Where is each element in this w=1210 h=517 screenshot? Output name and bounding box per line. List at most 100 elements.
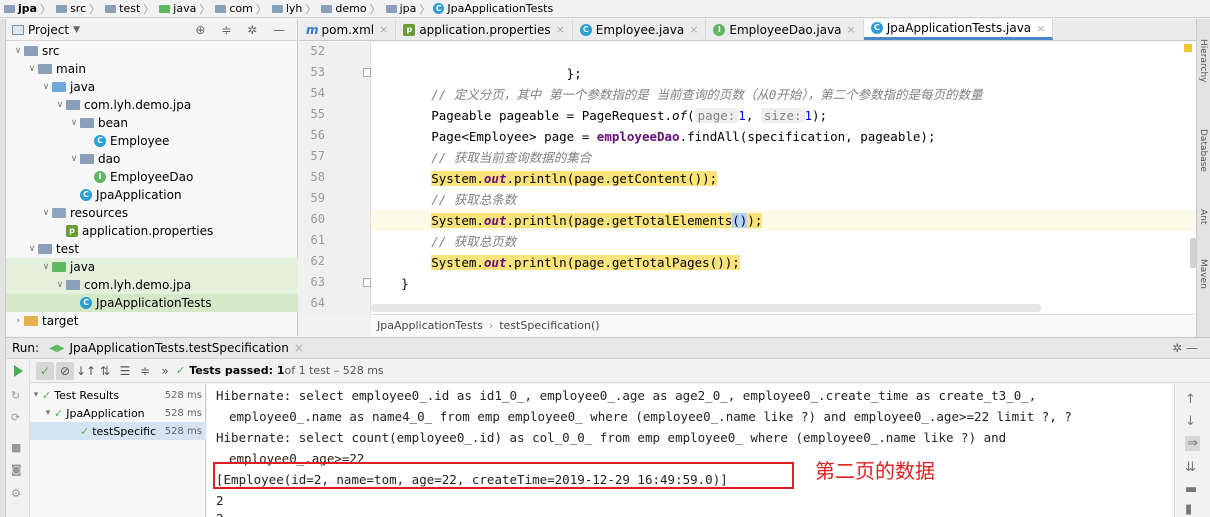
close-icon[interactable]: × [847, 23, 856, 36]
sort-duration-icon[interactable]: ⇅ [96, 362, 114, 380]
tree-item-label: target [42, 314, 79, 328]
breadcrumb-item-lyh[interactable]: lyh 〉 [270, 1, 320, 17]
chevron-icon[interactable]: ∨ [40, 82, 52, 92]
tree-item-dao[interactable]: ∨ dao [6, 150, 298, 168]
chevron-icon[interactable]: ∨ [26, 64, 38, 74]
rerun-failed-icon[interactable]: ↻ [11, 389, 20, 402]
package-icon [80, 118, 94, 128]
fold-marker-icon[interactable] [363, 68, 371, 77]
tab-employee-java[interactable]: C Employee.java × [573, 19, 707, 40]
tree-item-resources[interactable]: ∨ resources [6, 204, 298, 222]
code-line-60: System.out.println(page.getTotalElements… [371, 210, 1196, 231]
fold-marker-icon[interactable] [363, 278, 371, 287]
show-ignored-icon[interactable]: ⊘ [56, 361, 74, 380]
tree-item-bean[interactable]: ∨ bean [6, 114, 298, 132]
class-icon: C [870, 22, 883, 34]
test-class-node[interactable]: ▾ ✓ JpaApplication 528 ms [30, 404, 206, 422]
tree-item-jpaapplication[interactable]: C JpaApplication [6, 186, 298, 204]
warning-marker-icon[interactable] [1184, 44, 1192, 52]
tree-item-test[interactable]: ∨ test [6, 240, 298, 258]
stop-icon[interactable]: ■ [11, 441, 21, 454]
tree-item-jpaapplicationtests[interactable]: C JpaApplicationTests [6, 294, 298, 312]
test-results-root[interactable]: ▾ ✓ Test Results 528 ms [30, 386, 206, 404]
code-editor[interactable]: }; // 定义分页，其中 第一个参数指的是 当前查询的页数（从0开始），第二个… [371, 42, 1196, 314]
breadcrumb-item-java[interactable]: java 〉 [157, 1, 213, 17]
editor-breadcrumb: JpaApplicationTests › testSpecification(… [371, 314, 1196, 336]
clear-icon[interactable]: ▮ [1185, 502, 1192, 517]
test-results-tree: ▾ ✓ Test Results 528 ms ▾ ✓ JpaApplication 528… [30, 384, 206, 517]
tab-pom-xml[interactable]: m pom.xml × [299, 19, 397, 40]
tree-item-java[interactable]: ∨ java [6, 78, 298, 96]
rerun-icon[interactable] [14, 365, 23, 377]
tab-employeedao-java[interactable]: I EmployeeDao.java × [706, 19, 864, 40]
test-method-node[interactable]: ✓ testSpecific 528 ms [30, 422, 206, 440]
chevron-icon[interactable]: ∨ [26, 244, 38, 254]
close-icon[interactable]: × [294, 341, 304, 355]
parameter-hint: page: [694, 108, 739, 123]
tree-item-employeedao[interactable]: I EmployeeDao [6, 168, 298, 186]
chevron-icon[interactable]: ∨ [68, 118, 80, 128]
chevron-down-icon[interactable]: ▼ [73, 25, 80, 35]
chevron-icon[interactable]: ∨ [40, 208, 52, 218]
interface-icon: I [713, 23, 726, 36]
tree-item-employee[interactable]: C Employee [6, 132, 298, 150]
chevron-icon[interactable]: ∨ [40, 262, 52, 272]
expand-all-icon[interactable]: ☰ [116, 362, 134, 380]
tree-item-main[interactable]: ∨ main [6, 60, 298, 78]
breadcrumb-item-jpa-package[interactable]: jpa 〉 [384, 1, 434, 17]
camera-icon[interactable]: ◙ [11, 463, 22, 476]
chevron-icon[interactable]: ∨ [12, 46, 24, 56]
code-line-61: // 获取总页数 [431, 234, 517, 249]
breadcrumb-item-jpa[interactable]: jpa 〉 [2, 1, 54, 17]
chevron-icon[interactable]: ∨ [68, 154, 80, 164]
sort-alpha-icon[interactable]: ↓↑ [76, 362, 96, 380]
run-tab[interactable]: ◀▶ JpaApplicationTests.testSpecification… [49, 341, 304, 355]
vertical-scrollbar[interactable] [1190, 238, 1196, 268]
scroll-up-icon[interactable]: ↑ [1185, 392, 1196, 407]
editor-breadcrumb-method[interactable]: testSpecification() [499, 319, 599, 332]
test-folder-icon [52, 262, 66, 272]
breadcrumb-item-test[interactable]: test 〉 [103, 1, 157, 17]
breadcrumb-item-com[interactable]: com 〉 [213, 1, 270, 17]
run-panel-header: Run: ◀▶ JpaApplicationTests.testSpecific… [6, 337, 1210, 359]
soft-wrap-icon[interactable]: ⇒ [1185, 436, 1200, 451]
chevron-icon[interactable]: ∨ [54, 280, 66, 290]
settings-icon[interactable]: ⚙ [11, 487, 21, 500]
maven-tool[interactable]: Maven [1198, 259, 1208, 289]
breadcrumb-item-class[interactable]: C JpaApplicationTests [433, 2, 553, 15]
tree-item-target[interactable]: › target [6, 312, 298, 330]
chevron-icon[interactable]: ∨ [54, 100, 66, 110]
tree-item-com-lyh-demo-jpa[interactable]: ∨ com.lyh.demo.jpa [6, 96, 298, 114]
close-icon[interactable]: × [379, 23, 388, 36]
hierarchy-tool[interactable]: Hierarchy [1198, 39, 1208, 83]
scroll-down-icon[interactable]: ↓ [1185, 414, 1196, 429]
horizontal-scrollbar[interactable] [371, 304, 1041, 312]
collapse-all-icon[interactable]: ≑ [136, 362, 154, 380]
print-icon[interactable]: ▬ [1185, 482, 1197, 497]
tree-item-com-lyh-demo-jpa[interactable]: ∨ com.lyh.demo.jpa [6, 276, 298, 294]
close-icon[interactable]: × [556, 23, 565, 36]
project-view-selector[interactable]: Project [28, 23, 69, 37]
close-icon[interactable]: × [689, 23, 698, 36]
toggle-auto-test-icon[interactable]: ⟳ [11, 411, 20, 424]
tree-item-src[interactable]: ∨ src [6, 42, 298, 60]
gear-icon[interactable]: ✲ — [1172, 341, 1198, 355]
scroll-to-end-icon[interactable]: ⇊ [1185, 460, 1196, 475]
tab-application-properties[interactable]: p application.properties × [396, 19, 573, 40]
console-output[interactable]: Hibernate: select employee0_.id as id1_0… [207, 384, 1172, 517]
tab-jpaapplicationtests-java[interactable]: C JpaApplicationTests.java × [863, 19, 1054, 40]
editor-breadcrumb-class[interactable]: JpaApplicationTests [377, 319, 483, 332]
tree-item-application-properties[interactable]: p application.properties [6, 222, 298, 240]
more-icon[interactable]: » [156, 362, 174, 380]
ant-tool[interactable]: Ant [1198, 209, 1208, 224]
database-tool[interactable]: Database [1198, 129, 1208, 172]
close-icon[interactable]: × [1036, 22, 1045, 35]
show-passed-icon[interactable]: ✓ [36, 361, 54, 380]
class-icon: C [579, 23, 592, 36]
breadcrumb-item-src[interactable]: src 〉 [54, 1, 103, 17]
project-panel-tools[interactable]: ⊕ ≑ ✲ — [195, 23, 291, 37]
tree-item-label: java [70, 260, 96, 274]
tree-item-java[interactable]: ∨ java [6, 258, 298, 276]
breadcrumb-item-demo[interactable]: demo 〉 [319, 1, 383, 17]
chevron-icon[interactable]: › [12, 316, 24, 326]
